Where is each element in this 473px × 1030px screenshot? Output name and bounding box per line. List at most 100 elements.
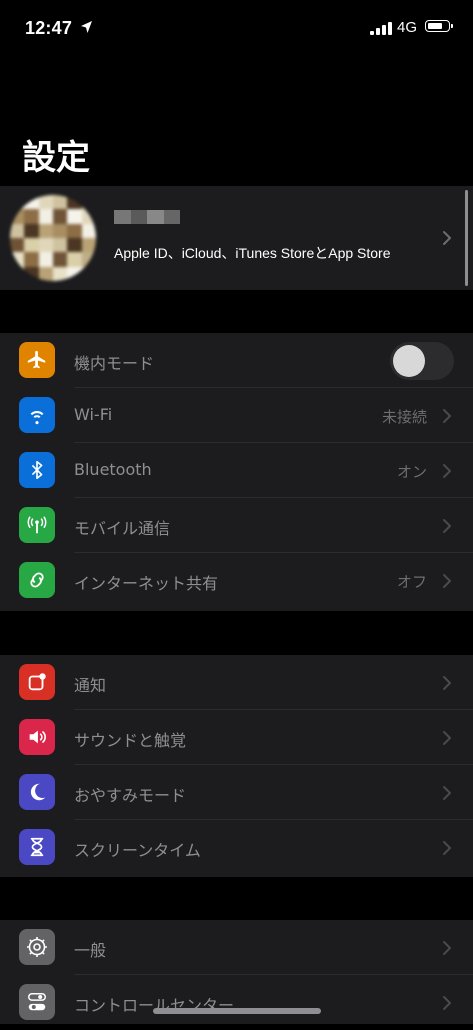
avatar-pixel	[67, 266, 82, 281]
avatar-pixel	[67, 223, 82, 238]
avatar-pixel	[81, 209, 96, 224]
row-label: 機内モード	[74, 354, 155, 373]
avatar-pixel	[24, 266, 39, 281]
mobile-data-row[interactable]: モバイル通信	[0, 498, 473, 553]
personal-hotspot-row[interactable]: インターネット共有 オフ	[0, 553, 473, 608]
bluetooth-icon	[19, 452, 55, 488]
page-title: 設定	[22, 138, 90, 178]
avatar-pixel	[24, 209, 39, 224]
profile-subtitle: Apple ID、iCloud、iTunes StoreとApp Store	[114, 245, 391, 261]
avatar-pixel	[10, 223, 25, 238]
battery-icon	[425, 20, 453, 32]
hourglass-icon	[19, 829, 55, 865]
chevron-right-icon	[443, 519, 451, 533]
avatar-pixel	[67, 209, 82, 224]
avatar-pixel	[38, 209, 53, 224]
avatar-pixel	[81, 223, 96, 238]
row-label: インターネット共有	[74, 574, 219, 593]
avatar-pixel	[24, 237, 39, 253]
avatar-pixel	[38, 237, 53, 253]
avatar-pixel	[67, 195, 82, 210]
sounds-haptics-row[interactable]: サウンドと触覚	[0, 710, 473, 765]
notifications-group: 通知 サウンドと触覚 おやすみモード スクリーンタイム	[0, 655, 473, 877]
antenna-icon	[19, 507, 55, 543]
chevron-right-icon	[443, 409, 451, 423]
blurred-name	[114, 210, 180, 224]
chevron-right-icon	[443, 786, 451, 800]
chevron-right-icon	[443, 676, 451, 690]
scrollbar[interactable]	[465, 190, 468, 286]
avatar-pixel	[52, 252, 68, 267]
screen-time-row[interactable]: スクリーンタイム	[0, 820, 473, 875]
avatar-pixel	[38, 252, 53, 267]
bluetooth-status: オン	[396, 463, 427, 481]
avatar-pixel	[24, 252, 39, 267]
control-center-row[interactable]: コントロールセンター	[0, 975, 473, 1030]
bluetooth-row[interactable]: Bluetooth オン	[0, 443, 473, 498]
do-not-disturb-row[interactable]: おやすみモード	[0, 765, 473, 820]
avatar-pixel	[38, 266, 53, 281]
row-label: おやすみモード	[74, 786, 187, 805]
avatar	[10, 195, 96, 281]
status-time: 12:47	[25, 18, 73, 38]
airplane-mode-toggle[interactable]	[390, 342, 454, 380]
notifications-row[interactable]: 通知	[0, 655, 473, 710]
chevron-right-icon	[443, 941, 451, 955]
avatar-pixel	[10, 266, 25, 281]
hotspot-status: オフ	[396, 573, 427, 591]
avatar-pixel	[24, 195, 39, 210]
avatar-pixel	[81, 237, 96, 253]
avatar-pixel	[52, 209, 68, 224]
airplane-icon	[19, 342, 55, 378]
avatar-pixel	[81, 252, 96, 267]
gear-icon	[19, 929, 55, 965]
row-label: サウンドと触覚	[74, 731, 187, 750]
toggles-icon	[19, 984, 55, 1020]
status-bar: 12:47 4G	[0, 0, 473, 60]
avatar-pixel	[38, 195, 53, 210]
chevron-right-icon	[443, 574, 451, 588]
avatar-pixel	[10, 209, 25, 224]
row-label: スクリーンタイム	[74, 841, 201, 860]
avatar-pixel	[81, 195, 96, 210]
network-type: 4G	[397, 19, 418, 36]
avatar-pixel	[52, 223, 68, 238]
avatar-pixel	[10, 237, 25, 253]
location-arrow-icon	[81, 21, 92, 33]
toggle-knob	[393, 345, 425, 377]
avatar-pixel	[52, 237, 68, 253]
chevron-right-icon	[443, 464, 451, 478]
avatar-pixel	[10, 195, 25, 210]
general-row[interactable]: 一般	[0, 920, 473, 975]
wifi-row[interactable]: Wi-Fi 未接続	[0, 388, 473, 443]
chevron-right-icon	[443, 731, 451, 745]
notifications-icon	[19, 664, 55, 700]
avatar-pixel	[24, 223, 39, 238]
row-label: モバイル通信	[74, 519, 171, 538]
chevron-right-icon	[443, 231, 451, 245]
avatar-pixel	[67, 237, 82, 253]
row-label: 通知	[74, 676, 107, 695]
apple-id-profile-cell[interactable]	[0, 186, 473, 290]
connectivity-group: 機内モード Wi-Fi 未接続 Bluetooth オン モバイル通信 インター	[0, 333, 473, 611]
row-label: Bluetooth	[74, 460, 152, 479]
chevron-right-icon	[443, 996, 451, 1010]
signal-strength-icon	[370, 21, 392, 35]
avatar-pixel	[10, 252, 25, 267]
avatar-pixel	[52, 195, 68, 210]
avatar-pixel	[81, 266, 96, 281]
moon-icon	[19, 774, 55, 810]
row-label: 一般	[74, 941, 107, 960]
home-indicator[interactable]	[153, 1008, 321, 1014]
airplane-mode-row[interactable]: 機内モード	[0, 333, 473, 388]
row-label: Wi-Fi	[74, 405, 113, 424]
link-icon	[19, 562, 55, 598]
wifi-status: 未接続	[381, 408, 427, 426]
avatar-pixel	[52, 266, 68, 281]
speaker-icon	[19, 719, 55, 755]
chevron-right-icon	[443, 841, 451, 855]
avatar-pixel	[38, 223, 53, 238]
wifi-icon	[19, 397, 55, 433]
avatar-pixel	[67, 252, 82, 267]
battery-level	[428, 23, 442, 29]
